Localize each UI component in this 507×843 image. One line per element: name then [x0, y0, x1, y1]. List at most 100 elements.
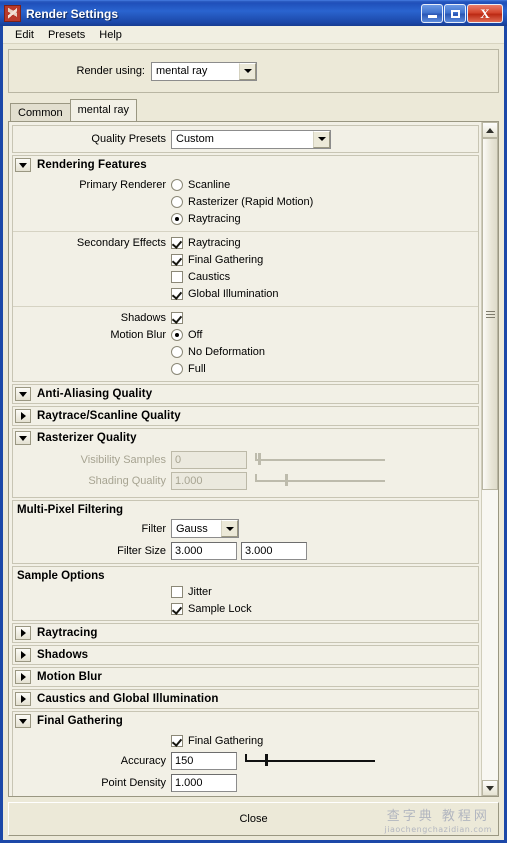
radio-rasterizer-label: Rasterizer (Rapid Motion)	[188, 196, 314, 208]
checkbox-final-gathering-label: Final Gathering	[188, 254, 264, 266]
point-interpolation-input[interactable]: 8	[171, 795, 237, 796]
radio-scanline[interactable]: Scanline	[171, 179, 230, 191]
radio-rasterizer[interactable]: Rasterizer (Rapid Motion)	[171, 196, 313, 208]
shadows-header[interactable]: Shadows	[13, 646, 478, 664]
menu-item-help[interactable]: Help	[92, 28, 129, 42]
radio-raytracing-primary[interactable]: Raytracing	[171, 213, 241, 225]
raytracing-header[interactable]: Raytracing	[13, 624, 478, 642]
caustics-global-illumination-group: Caustics and Global Illumination	[12, 689, 479, 709]
tab-mental-ray[interactable]: mental ray	[69, 99, 137, 121]
rendering-features-title: Rendering Features	[37, 159, 147, 171]
filter-size-y-input[interactable]: 3.000	[241, 542, 307, 560]
chevron-right-icon[interactable]	[15, 670, 31, 684]
motion-blur-header[interactable]: Motion Blur	[13, 668, 478, 686]
anti-aliasing-quality-title: Anti-Aliasing Quality	[37, 388, 153, 400]
chevron-right-icon[interactable]	[15, 626, 31, 640]
chevron-down-icon[interactable]	[313, 130, 330, 148]
chevron-right-icon[interactable]	[15, 692, 31, 706]
checkbox-jitter[interactable]: Jitter	[171, 586, 212, 598]
grip-icon	[485, 310, 495, 318]
maya-render-icon	[4, 5, 21, 22]
radio-icon[interactable]	[171, 363, 183, 375]
chevron-right-icon[interactable]	[15, 648, 31, 662]
radio-motion-blur-full-label: Full	[188, 363, 206, 375]
checkbox-icon-checked[interactable]	[171, 237, 183, 249]
checkbox-global-illumination-label: Global Illumination	[188, 288, 279, 300]
chevron-right-icon[interactable]	[15, 409, 31, 423]
settings-panel: Quality Presets Custom Rendering Feature…	[8, 121, 499, 797]
vertical-scrollbar[interactable]	[481, 122, 498, 796]
checkbox-shadows[interactable]	[171, 312, 188, 324]
maximize-button[interactable]	[444, 4, 466, 23]
checkbox-raytracing[interactable]: Raytracing	[171, 237, 241, 249]
rendering-features-header[interactable]: Rendering Features	[13, 156, 478, 174]
scrollbar-thumb[interactable]	[482, 138, 498, 490]
rasterizer-quality-header[interactable]: Rasterizer Quality	[13, 429, 478, 447]
checkbox-icon-checked[interactable]	[171, 735, 183, 747]
scroll-down-button[interactable]	[482, 780, 498, 796]
scroll-up-button[interactable]	[482, 122, 498, 138]
rasterizer-quality-fields: Visibility Samples 0 Shading Quality 1.0…	[13, 447, 478, 497]
minimize-button[interactable]	[421, 4, 443, 23]
checkbox-final-gathering[interactable]: Final Gathering	[171, 254, 263, 266]
radio-icon[interactable]	[171, 179, 183, 191]
chevron-down-icon[interactable]	[15, 714, 31, 728]
tab-strip: Common mental ray	[3, 99, 504, 121]
chevron-down-icon[interactable]	[15, 158, 31, 172]
accuracy-input[interactable]: 150	[171, 751, 237, 770]
caustics-global-illumination-header[interactable]: Caustics and Global Illumination	[13, 690, 478, 708]
chevron-down-icon[interactable]	[221, 520, 238, 537]
shading-quality-slider[interactable]	[255, 473, 385, 489]
radio-motion-blur-no-deformation[interactable]: No Deformation	[171, 346, 265, 358]
tab-common[interactable]: Common	[10, 103, 71, 121]
anti-aliasing-quality-header[interactable]: Anti-Aliasing Quality	[13, 385, 478, 403]
visibility-samples-input[interactable]: 0	[171, 451, 247, 469]
checkbox-final-gathering-enable[interactable]: Final Gathering	[171, 735, 263, 747]
accuracy-slider[interactable]	[245, 753, 375, 769]
radio-icon[interactable]	[171, 196, 183, 208]
point-density-input[interactable]: 1.000	[171, 773, 237, 792]
checkbox-sample-lock[interactable]: Sample Lock	[171, 603, 252, 615]
radio-icon-selected[interactable]	[171, 213, 183, 225]
checkbox-caustics[interactable]: Caustics	[171, 271, 230, 283]
scrollbar-track[interactable]	[482, 138, 498, 780]
raytrace-scanline-quality-group: Raytrace/Scanline Quality	[12, 406, 479, 426]
maximize-icon	[450, 9, 460, 18]
close-window-button[interactable]: X	[467, 4, 503, 23]
checkbox-icon-unchecked[interactable]	[171, 271, 183, 283]
checkbox-icon-checked[interactable]	[171, 254, 183, 266]
radio-motion-blur-full[interactable]: Full	[171, 363, 206, 375]
radio-icon-selected[interactable]	[171, 329, 183, 341]
filter-value: Gauss	[176, 522, 208, 535]
raytrace-scanline-quality-title: Raytrace/Scanline Quality	[37, 410, 181, 422]
raytrace-scanline-quality-header[interactable]: Raytrace/Scanline Quality	[13, 407, 478, 425]
render-using-dropdown[interactable]: mental ray	[151, 61, 257, 81]
radio-icon[interactable]	[171, 346, 183, 358]
close-button[interactable]: Close	[239, 813, 267, 825]
shading-quality-input[interactable]: 1.000	[171, 472, 247, 490]
shading-quality-label: Shading Quality	[88, 475, 166, 487]
checkbox-sample-lock-label: Sample Lock	[188, 603, 252, 615]
menu-item-presets[interactable]: Presets	[41, 28, 92, 42]
visibility-samples-label: Visibility Samples	[80, 454, 166, 466]
checkbox-icon-checked[interactable]	[171, 603, 183, 615]
checkbox-icon-checked[interactable]	[171, 288, 183, 300]
filter-size-x-input[interactable]: 3.000	[171, 542, 237, 560]
menu-item-edit[interactable]: Edit	[8, 28, 41, 42]
checkbox-global-illumination[interactable]: Global Illumination	[171, 288, 279, 300]
checkbox-icon-checked[interactable]	[171, 312, 183, 324]
rasterizer-quality-group: Rasterizer Quality Visibility Samples 0	[12, 428, 479, 498]
quality-presets-dropdown[interactable]: Custom	[171, 129, 331, 149]
chevron-down-icon[interactable]	[15, 431, 31, 445]
final-gathering-header[interactable]: Final Gathering	[13, 712, 478, 730]
visibility-samples-slider[interactable]	[255, 452, 385, 468]
close-icon: X	[480, 6, 490, 21]
checkbox-icon-unchecked[interactable]	[171, 586, 183, 598]
radio-motion-blur-off[interactable]: Off	[171, 329, 202, 341]
chevron-down-icon[interactable]	[15, 387, 31, 401]
window-controls: X	[421, 4, 503, 23]
checkbox-caustics-label: Caustics	[188, 271, 231, 283]
motion-blur-label: Motion Blur	[110, 329, 166, 341]
chevron-down-icon[interactable]	[239, 62, 256, 80]
filter-dropdown[interactable]: Gauss	[171, 519, 239, 538]
